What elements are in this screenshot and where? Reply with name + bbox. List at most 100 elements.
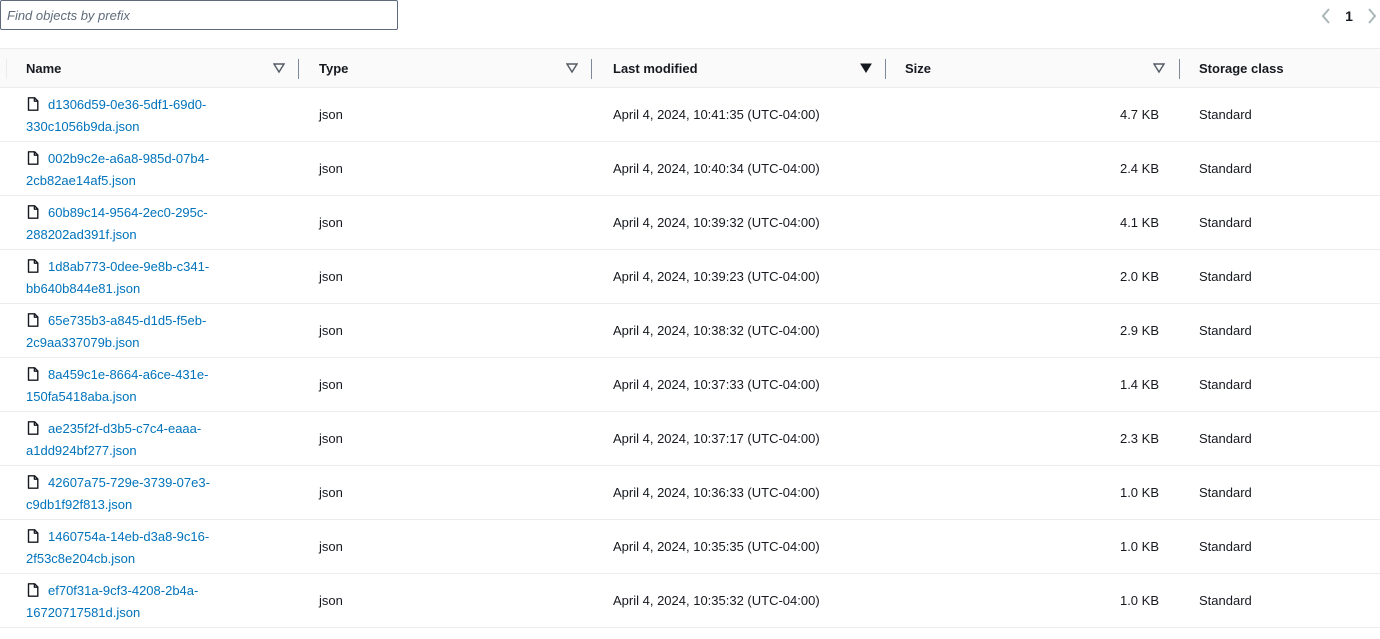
object-name-link[interactable]: 1460754a-14eb-d3a8-9c16- 2f53c8e204cb.jso…: [26, 529, 209, 566]
object-name-line2: 2cb82ae14af5.json: [26, 173, 136, 188]
caret-down-icon[interactable]: [273, 62, 285, 74]
table-row: 8a459c1e-8664-a6ce-431e- 150fa5418aba.jso…: [0, 358, 1380, 412]
object-name-link[interactable]: 60b89c14-9564-2ec0-295c- 288202ad391f.jso…: [26, 205, 208, 242]
file-icon: [27, 529, 39, 543]
object-name-link[interactable]: 8a459c1e-8664-a6ce-431e- 150fa5418aba.jso…: [26, 367, 208, 404]
type-cell: json: [319, 215, 343, 230]
file-icon: [27, 205, 39, 219]
object-name-line2: 2c9aa337079b.json: [26, 335, 140, 350]
last-modified-cell: April 4, 2024, 10:38:32 (UTC-04:00): [613, 323, 820, 338]
type-cell: json: [319, 107, 343, 122]
storage-class-cell: Standard: [1199, 269, 1252, 284]
type-cell: json: [319, 485, 343, 500]
file-icon: [27, 313, 39, 327]
storage-class-cell: Standard: [1199, 431, 1252, 446]
column-divider[interactable]: [591, 59, 592, 79]
name-cell: ef70f31a-9cf3-4208-2b4a- 16720717581d.jso…: [26, 574, 266, 627]
column-header-name[interactable]: Name: [26, 49, 299, 88]
search-box[interactable]: [0, 0, 398, 30]
objects-table: Name Type Last modified Size Storage cla…: [0, 48, 1380, 628]
column-header-label: Name: [26, 61, 62, 76]
object-name-line1: 60b89c14-9564-2ec0-295c-: [48, 205, 208, 220]
table-row: d1306d59-0e36-5df1-69d0- 330c1056b9da.jso…: [0, 88, 1380, 142]
object-name-link[interactable]: 42607a75-729e-3739-07e3- c9db1f92f813.jso…: [26, 475, 210, 512]
object-name-link[interactable]: ae235f2f-d3b5-c7c4-eaaa-a1dd924bf277.jso…: [26, 421, 201, 458]
object-name-line2: c9db1f92f813.json: [26, 497, 133, 512]
object-name-link[interactable]: 1d8ab773-0dee-9e8b-c341- bb640b844e81.jso…: [26, 259, 209, 296]
object-name-line1: 1460754a-14eb-d3a8-9c16-: [48, 529, 210, 544]
object-name-line1: ef70f31a-9cf3-4208-2b4a-: [48, 583, 199, 598]
type-cell: json: [319, 269, 343, 284]
name-cell: 8a459c1e-8664-a6ce-431e- 150fa5418aba.jso…: [26, 358, 266, 411]
object-name-link[interactable]: ef70f31a-9cf3-4208-2b4a- 16720717581d.jso…: [26, 583, 198, 620]
storage-class-cell: Standard: [1199, 377, 1252, 392]
column-header-last-modified[interactable]: Last modified: [613, 49, 886, 88]
column-divider: [6, 59, 7, 79]
storage-class-cell: Standard: [1199, 215, 1252, 230]
size-cell: 4.7 KB: [1119, 107, 1159, 122]
last-modified-cell: April 4, 2024, 10:35:32 (UTC-04:00): [613, 593, 820, 608]
table-header: Name Type Last modified Size Storage cla…: [0, 48, 1380, 88]
caret-down-icon[interactable]: [860, 62, 872, 74]
column-header-label: Storage class: [1199, 61, 1284, 76]
name-cell: 002b9c2e-a6a8-985d-07b4- 2cb82ae14af5.jso…: [26, 142, 266, 195]
object-name-link[interactable]: d1306d59-0e36-5df1-69d0- 330c1056b9da.jso…: [26, 97, 206, 134]
page-number[interactable]: 1: [1336, 8, 1362, 24]
size-cell: 1.0 KB: [1119, 485, 1159, 500]
chevron-left-icon[interactable]: [1316, 4, 1336, 28]
column-divider[interactable]: [885, 59, 886, 79]
name-cell: d1306d59-0e36-5df1-69d0- 330c1056b9da.jso…: [26, 88, 266, 141]
size-cell: 2.9 KB: [1119, 323, 1159, 338]
storage-class-cell: Standard: [1199, 485, 1252, 500]
object-name-line1: 1d8ab773-0dee-9e8b-c341-: [48, 259, 210, 274]
storage-class-cell: Standard: [1199, 539, 1252, 554]
type-cell: json: [319, 593, 343, 608]
object-name-line1: 65e735b3-a845-d1d5-f5eb-: [48, 313, 207, 328]
storage-class-cell: Standard: [1199, 107, 1252, 122]
object-name-line2: 16720717581d.json: [26, 605, 141, 620]
file-icon: [27, 583, 39, 597]
last-modified-cell: April 4, 2024, 10:37:17 (UTC-04:00): [613, 431, 820, 446]
last-modified-cell: April 4, 2024, 10:39:23 (UTC-04:00): [613, 269, 820, 284]
object-name-line2: 288202ad391f.json: [26, 227, 137, 242]
object-name-line1: ae235f2f-d3b5-c7c4-eaaa-: [48, 421, 202, 436]
size-cell: 2.0 KB: [1119, 269, 1159, 284]
size-cell: 1.0 KB: [1119, 593, 1159, 608]
object-name-link[interactable]: 002b9c2e-a6a8-985d-07b4- 2cb82ae14af5.jso…: [26, 151, 209, 188]
column-header-type[interactable]: Type: [319, 49, 592, 88]
object-name-line2: 150fa5418aba.json: [26, 389, 137, 404]
column-header-size[interactable]: Size: [905, 49, 1180, 88]
column-divider[interactable]: [298, 59, 299, 79]
column-header-storage-class[interactable]: Storage class: [1199, 49, 1379, 88]
caret-down-icon[interactable]: [1153, 62, 1165, 74]
file-icon: [27, 259, 39, 273]
file-icon: [27, 367, 39, 381]
storage-class-cell: Standard: [1199, 161, 1252, 176]
table-row: 60b89c14-9564-2ec0-295c- 288202ad391f.jso…: [0, 196, 1380, 250]
search-input[interactable]: [1, 1, 397, 29]
size-cell: 4.1 KB: [1119, 215, 1159, 230]
last-modified-cell: April 4, 2024, 10:37:33 (UTC-04:00): [613, 377, 820, 392]
table-row: ae235f2f-d3b5-c7c4-eaaa-a1dd924bf277.jso…: [0, 412, 1380, 466]
object-name-link[interactable]: 65e735b3-a845-d1d5-f5eb- 2c9aa337079b.jso…: [26, 313, 206, 350]
type-cell: json: [319, 323, 343, 338]
name-cell: ae235f2f-d3b5-c7c4-eaaa-a1dd924bf277.jso…: [26, 412, 266, 465]
caret-down-icon[interactable]: [566, 62, 578, 74]
column-divider[interactable]: [1179, 59, 1180, 79]
last-modified-cell: April 4, 2024, 10:41:35 (UTC-04:00): [613, 107, 820, 122]
file-icon: [27, 421, 39, 435]
table-row: ef70f31a-9cf3-4208-2b4a- 16720717581d.jso…: [0, 574, 1380, 628]
last-modified-cell: April 4, 2024, 10:40:34 (UTC-04:00): [613, 161, 820, 176]
chevron-right-icon[interactable]: [1362, 4, 1380, 28]
type-cell: json: [319, 431, 343, 446]
name-cell: 65e735b3-a845-d1d5-f5eb- 2c9aa337079b.jso…: [26, 304, 266, 357]
object-name-line1: d1306d59-0e36-5df1-69d0-: [48, 97, 207, 112]
storage-class-cell: Standard: [1199, 323, 1252, 338]
size-cell: 2.4 KB: [1119, 161, 1159, 176]
toolbar: 1: [0, 0, 1380, 48]
table-row: 002b9c2e-a6a8-985d-07b4- 2cb82ae14af5.jso…: [0, 142, 1380, 196]
pagination: 1: [1316, 4, 1380, 28]
last-modified-cell: April 4, 2024, 10:39:32 (UTC-04:00): [613, 215, 820, 230]
size-cell: 2.3 KB: [1119, 431, 1159, 446]
object-name-line2: 330c1056b9da.json: [26, 119, 140, 134]
